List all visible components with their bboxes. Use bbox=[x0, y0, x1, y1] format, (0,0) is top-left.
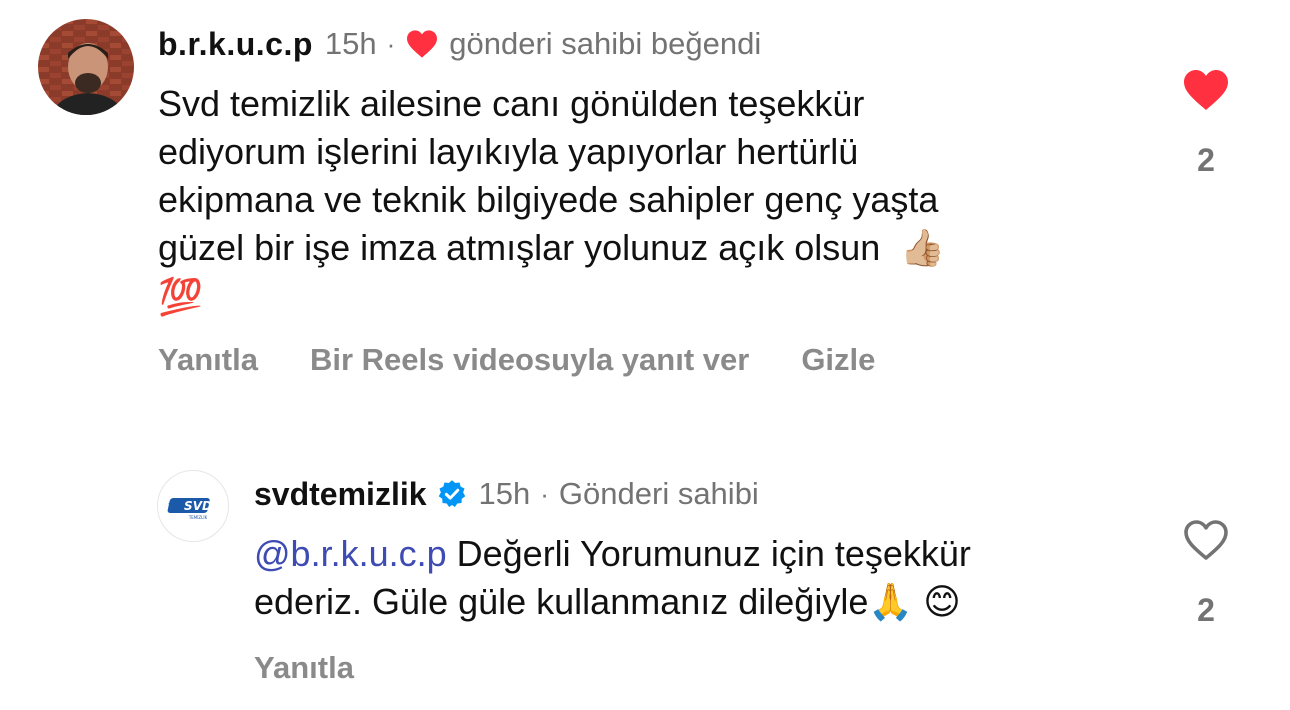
liked-by-owner-label: gönderi sahibi beğendi bbox=[449, 26, 762, 61]
comment-text: Svd temizlik ailesine canı gönülden teşe… bbox=[158, 80, 1148, 322]
heart-outline-icon[interactable] bbox=[1182, 518, 1230, 562]
folded-hands-icon: 🙏 bbox=[868, 582, 914, 623]
logo-text: SVD bbox=[184, 499, 212, 513]
comment-header: svdtemizlik 15h · Gönderi sahibi bbox=[254, 474, 759, 514]
comment-line: güzel bir işe imza atmışlar yolunuz açık… bbox=[158, 227, 881, 268]
reels-reply-button[interactable]: Bir Reels videosuyla yanıt ver bbox=[310, 342, 749, 378]
like-column: 2 bbox=[1176, 518, 1236, 629]
heart-filled-icon[interactable] bbox=[1182, 68, 1230, 112]
hide-button[interactable]: Gizle bbox=[801, 342, 875, 378]
comment-line: Svd temizlik ailesine canı gönülden teşe… bbox=[158, 83, 865, 124]
comment-actions: Yanıtla bbox=[254, 650, 354, 686]
comment-line: ekipmana ve teknik bilgiyede sahipler ge… bbox=[158, 179, 939, 220]
comment-line-last: güzel bir işe imza atmışlar yolunuz açık… bbox=[158, 224, 1148, 273]
like-column: 2 bbox=[1176, 68, 1236, 179]
mention-link[interactable]: @b.r.k.u.c.p bbox=[254, 533, 447, 574]
comment-text: @b.r.k.u.c.p Değerli Yorumunuz için teşe… bbox=[254, 530, 1154, 627]
separator: · bbox=[386, 28, 396, 59]
timestamp: 15h bbox=[478, 476, 531, 511]
hundred-points-icon: 💯 bbox=[158, 277, 203, 318]
comment-actions: Yanıtla Bir Reels videosuyla yanıt ver G… bbox=[158, 342, 875, 378]
verified-badge-icon bbox=[438, 480, 465, 507]
comment-line: ediyorum işlerini layıkıyla yapıyorlar h… bbox=[158, 131, 859, 172]
smiling-face-icon: 😊 bbox=[923, 582, 961, 623]
avatar[interactable] bbox=[38, 19, 134, 115]
comment-line: @b.r.k.u.c.p Değerli Yorumunuz için teşe… bbox=[254, 530, 1154, 578]
svd-logo-icon: SVD TEMİZLİK bbox=[167, 498, 212, 520]
comment-header: b.r.k.u.c.p 15h · gönderi sahibi beğendi bbox=[158, 24, 761, 64]
like-count[interactable]: 2 bbox=[1197, 142, 1215, 179]
reply-button[interactable]: Yanıtla bbox=[254, 650, 354, 686]
avatar[interactable]: SVD TEMİZLİK bbox=[157, 470, 229, 542]
heart-filled-icon bbox=[407, 30, 438, 58]
owner-label: Gönderi sahibi bbox=[558, 476, 759, 511]
comment-text-part: ederiz. Güle güle kullanmanız dileğiyle bbox=[254, 581, 869, 622]
separator: · bbox=[540, 478, 549, 509]
logo-subtext: TEMİZLİK bbox=[188, 515, 208, 520]
comment-line: ederiz. Güle güle kullanmanız dileğiyle🙏… bbox=[254, 578, 1154, 627]
username[interactable]: b.r.k.u.c.p bbox=[158, 26, 313, 63]
reply-button[interactable]: Yanıtla bbox=[158, 342, 258, 378]
username[interactable]: svdtemizlik bbox=[254, 476, 427, 513]
timestamp: 15h bbox=[324, 26, 377, 61]
user-photo-icon bbox=[38, 19, 134, 115]
thumbs-up-icon: 👍🏼 bbox=[900, 228, 946, 269]
like-count[interactable]: 2 bbox=[1197, 592, 1215, 629]
comment-text-part: Değerli Yorumunuz için teşekkür bbox=[446, 533, 971, 574]
